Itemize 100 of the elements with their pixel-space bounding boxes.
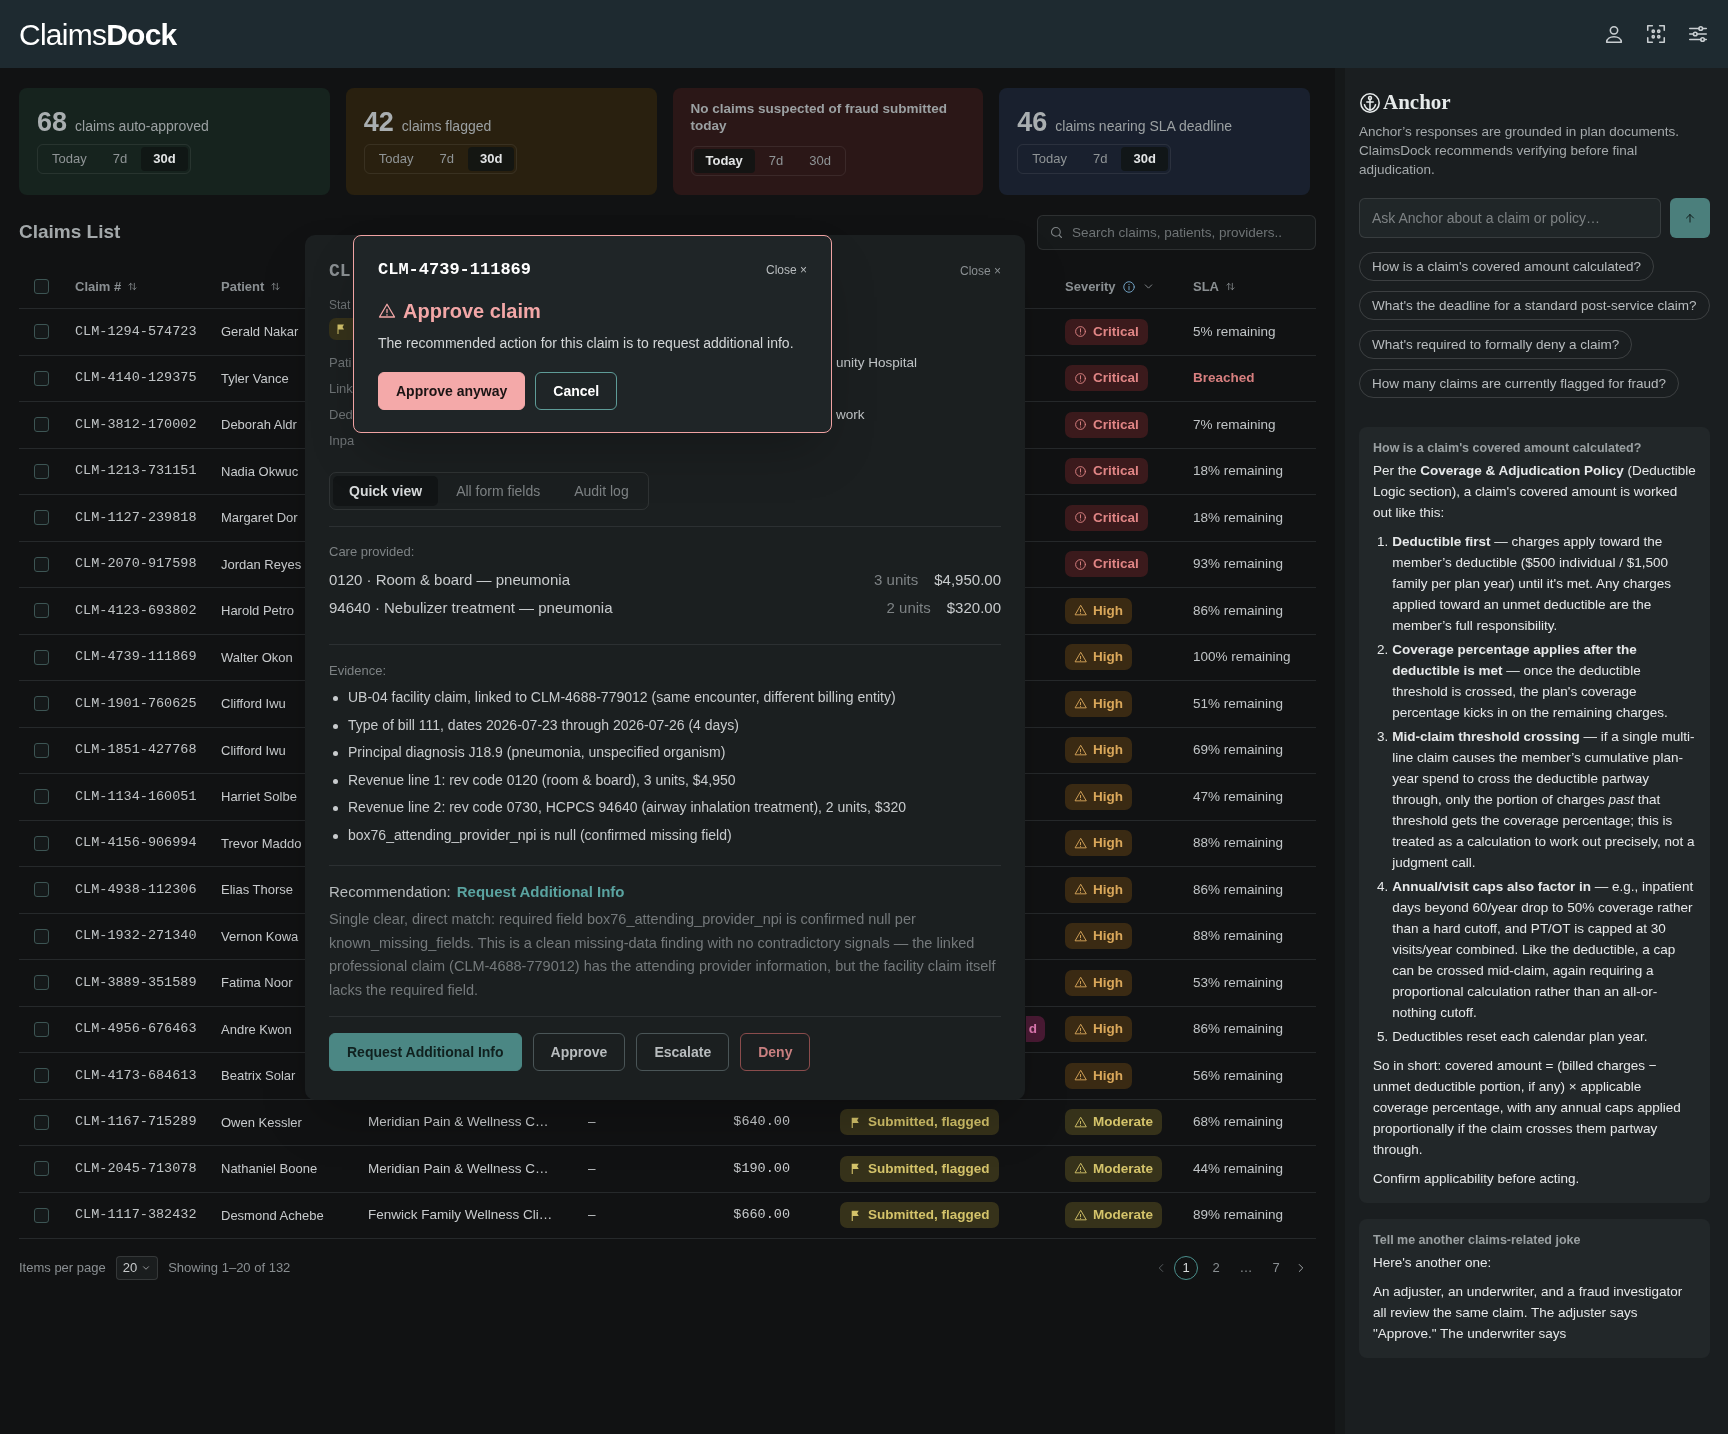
range-tab[interactable]: 30d [1121, 147, 1168, 171]
line-item-description: 94640 · Nebulizer treatment — pneumonia [329, 597, 614, 618]
table-cell-text: CLM-4173-684613 [75, 1066, 198, 1085]
tab[interactable]: Quick view [333, 476, 439, 506]
table-cell-text: Meridian Pain & Wellness C… [368, 1159, 550, 1178]
page-button[interactable]: 7 [1264, 1256, 1288, 1280]
table-cell-text: CLM-2045-713078 [75, 1159, 198, 1178]
action-button[interactable]: Approve [532, 1033, 626, 1071]
range-tab[interactable]: Today [693, 149, 755, 173]
severity-badge: High [1065, 1062, 1132, 1089]
action-button[interactable]: Request Additional Info [329, 1033, 522, 1071]
column-header[interactable]: Claim # [75, 276, 122, 297]
range-tab[interactable]: 7d [1080, 147, 1120, 171]
table-cell-text: 100% remaining [1193, 648, 1292, 667]
checkbox[interactable] [34, 649, 49, 665]
send-button[interactable] [1670, 198, 1710, 238]
severity-badge: High [1065, 783, 1132, 810]
table-cell-text: CLM-3889-351589 [75, 973, 198, 992]
checkbox[interactable] [34, 1021, 49, 1037]
checkbox[interactable] [34, 742, 49, 758]
status-badge: Submitted, flagged [840, 1155, 999, 1182]
table-cell-text: Harriet Solbe [221, 788, 297, 806]
column-header[interactable]: Patient [221, 276, 265, 297]
evidence-item: Principal diagnosis J18.9 (pneumonia, unspecified organism) [348, 743, 726, 762]
chat-input[interactable]: Ask Anchor about a claim or policy… [1359, 198, 1661, 238]
table-cell-text: 18% remaining [1193, 508, 1285, 527]
page-size-select[interactable]: 20 [115, 1256, 159, 1280]
range-tab[interactable]: 7d [756, 149, 796, 173]
stat-label: claims auto-approved [75, 117, 209, 136]
settings-icon[interactable] [1687, 23, 1709, 45]
severity-badge: Critical [1065, 318, 1148, 345]
page-button[interactable]: 2 [1204, 1256, 1228, 1280]
status-badge: Submitted, flagged [840, 1202, 999, 1229]
checkbox[interactable] [34, 882, 49, 898]
page-button[interactable]: … [1234, 1256, 1258, 1280]
checkbox[interactable] [34, 603, 49, 619]
checkbox[interactable] [34, 975, 49, 991]
checkbox[interactable] [34, 1207, 49, 1223]
scan-icon[interactable] [1645, 23, 1667, 45]
table-cell-text: 56% remaining [1193, 1066, 1285, 1085]
checkbox[interactable] [34, 1068, 49, 1084]
info-icon[interactable] [1121, 279, 1136, 294]
range-tab[interactable]: 7d [427, 147, 466, 171]
checkbox[interactable] [34, 1114, 49, 1130]
action-button[interactable]: Escalate [636, 1033, 730, 1071]
checkbox[interactable] [34, 510, 49, 526]
list-number: 2. [1377, 641, 1389, 659]
checkbox[interactable] [34, 417, 49, 433]
field-label: Link [329, 380, 353, 399]
checkbox[interactable] [34, 696, 49, 712]
table-cell-text: CLM-1167-715289 [75, 1113, 198, 1132]
tab[interactable]: Audit log [558, 476, 645, 506]
table-cell-text: CLM-1901-760625 [75, 694, 198, 713]
warning-icon [1074, 697, 1087, 711]
dialog-button[interactable]: Cancel [535, 372, 618, 410]
field-label: Stat [329, 297, 351, 313]
column-header[interactable]: Severity [1065, 276, 1116, 297]
warning-icon [1074, 1208, 1087, 1222]
checkbox[interactable] [34, 928, 49, 944]
checkbox[interactable] [34, 370, 49, 386]
range-tab[interactable]: 30d [141, 147, 188, 171]
table-cell-text: CLM-4140-129375 [75, 369, 198, 388]
table-cell-text: Elias Thorse [221, 881, 293, 899]
severity-badge: Critical [1065, 551, 1148, 578]
sort-icon[interactable] [127, 281, 139, 292]
user-icon[interactable] [1603, 23, 1625, 45]
checkbox[interactable] [34, 324, 49, 340]
action-button[interactable]: Deny [740, 1033, 811, 1071]
alert-circle-icon [1074, 418, 1087, 432]
table-cell-text: Walter Okon [221, 648, 293, 667]
table-cell-text: – [588, 1113, 597, 1132]
dialog-button[interactable]: Approve anyway [378, 372, 526, 410]
checkbox[interactable] [34, 835, 49, 851]
sort-icon[interactable] [270, 281, 282, 292]
sort-icon[interactable] [1225, 281, 1236, 292]
column-header[interactable]: SLA [1193, 276, 1219, 297]
range-tab[interactable]: Today [366, 147, 426, 171]
table-cell-text: $640.00 [732, 1113, 790, 1132]
checkbox[interactable] [34, 463, 49, 479]
checkbox[interactable] [34, 1161, 49, 1177]
range-tab[interactable]: Today [1020, 147, 1079, 171]
range-tab[interactable]: 30d [797, 149, 843, 173]
table-cell-text: 44% remaining [1193, 1159, 1285, 1178]
search-field[interactable]: Search claims, patients, providers.. [1037, 215, 1316, 250]
severity-badge: High [1065, 690, 1132, 717]
chat-paragraph: An adjuster, an underwriter, and a fraud investigator all review the same claim. The adjuster says "Approve." The underwriter says [1373, 1283, 1684, 1343]
close-button[interactable]: Close × [765, 261, 807, 279]
chat-paragraph: Confirm applicability before acting. [1373, 1170, 1581, 1188]
close-button[interactable]: Close × [959, 262, 1001, 280]
range-tab[interactable]: 30d [467, 147, 515, 171]
checkbox[interactable] [34, 556, 49, 572]
severity-badge: High [1065, 597, 1132, 624]
checkbox[interactable] [34, 279, 49, 294]
list-number: 4. [1377, 878, 1389, 896]
tab[interactable]: All form fields [440, 476, 557, 506]
evidence-item: Revenue line 2: rev code 0730, HCPCS 94640 (airway inhalation treatment), 2 units, $320 [348, 798, 906, 817]
range-tab[interactable]: Today [40, 147, 99, 171]
chat-question: Tell me another claims-related joke [1373, 1232, 1582, 1249]
range-tab[interactable]: 7d [100, 147, 140, 171]
checkbox[interactable] [34, 789, 49, 805]
